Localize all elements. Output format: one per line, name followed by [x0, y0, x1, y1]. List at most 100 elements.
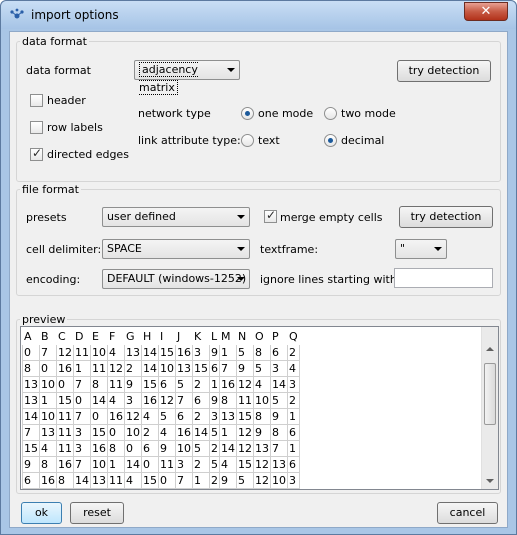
- data-format-try-detection-button[interactable]: try detection: [397, 60, 491, 82]
- preview-cell: 11: [73, 344, 91, 361]
- text-radio[interactable]: [241, 134, 254, 147]
- preview-cell: 3: [287, 472, 300, 489]
- preview-cell: 16: [39, 472, 57, 489]
- preview-cell: 5: [253, 360, 271, 377]
- preview-cell: 1: [209, 376, 220, 393]
- decimal-radio[interactable]: [324, 134, 337, 147]
- preview-cell: 16: [141, 392, 159, 409]
- preview-cell: 15: [236, 408, 254, 425]
- preview-cell: 0: [56, 376, 74, 393]
- preview-cell: 7: [73, 456, 91, 473]
- preview-cell: 0: [124, 440, 142, 457]
- merge-empty-cells-label: merge empty cells: [280, 211, 383, 224]
- reset-button[interactable]: reset: [70, 502, 124, 524]
- preview-cell: 9: [236, 360, 254, 377]
- preview-cell: 15: [90, 424, 108, 441]
- preview-cell: 10: [39, 376, 57, 393]
- preview-vertical-scrollbar[interactable]: [481, 327, 498, 489]
- preview-column-header: K: [194, 330, 202, 343]
- preview-cell: 15: [192, 360, 210, 377]
- cell-delimiter-select[interactable]: SPACE: [102, 239, 250, 259]
- preview-cell: 11: [107, 376, 125, 393]
- preview-cell: 12: [236, 376, 254, 393]
- preview-cell: 6: [192, 392, 210, 409]
- presets-select[interactable]: user defined: [102, 207, 250, 227]
- preview-cell: 1: [107, 456, 125, 473]
- preview-cell: 10: [253, 392, 271, 409]
- encoding-label: encoding:: [26, 273, 81, 286]
- preview-cell: 14: [270, 376, 288, 393]
- preview-cell: 7: [73, 408, 91, 425]
- preview-cell: 3: [124, 392, 142, 409]
- network-type-label: network type: [138, 107, 211, 120]
- preview-cell: 6: [209, 360, 220, 377]
- encoding-select[interactable]: DEFAULT (windows-1252): [102, 269, 250, 289]
- cell-delimiter-label: cell delimiter:: [26, 243, 102, 256]
- preview-cell: 5: [209, 424, 220, 441]
- preview-cell: 6: [175, 408, 193, 425]
- directed-edges-checkbox[interactable]: [30, 146, 43, 161]
- preview-row: 0 7 12 11 10 4 13 14 15 16 3 9 1 5 8 6 2: [22, 344, 300, 361]
- close-button[interactable]: ✕: [464, 2, 508, 21]
- preview-cell: 14: [141, 344, 159, 361]
- textframe-value: ": [400, 242, 406, 255]
- cell-delimiter-value: SPACE: [107, 242, 142, 255]
- presets-value: user defined: [107, 210, 176, 223]
- preview-cell: 15: [158, 344, 176, 361]
- ignore-lines-input[interactable]: [394, 268, 493, 288]
- preview-column-header: M: [221, 330, 231, 343]
- scroll-down-icon[interactable]: [486, 479, 494, 483]
- decimal-label: decimal: [341, 134, 385, 147]
- preview-cell: 7: [270, 440, 288, 457]
- chevron-down-icon: [237, 215, 245, 219]
- preview-cell: 16: [175, 424, 193, 441]
- preview-table: A B C D E F G H I J K L M N O P Q 0 7 12 11 10 4 13 14 15 16 3 9 1 5 8 6…: [22, 328, 300, 489]
- one-mode-radio[interactable]: [241, 107, 254, 120]
- preview-cell: 3: [270, 360, 288, 377]
- preview-cell: 12: [56, 344, 74, 361]
- preview-cell: 14: [141, 360, 159, 377]
- preview-cell: 10: [270, 472, 288, 489]
- title-bar[interactable]: import options ✕: [1, 1, 516, 29]
- preview-cell: 5: [158, 408, 176, 425]
- preview-cell: 9: [209, 344, 220, 361]
- preview-cell: 8: [56, 472, 74, 489]
- preview-cell: 4: [124, 472, 142, 489]
- chevron-down-icon: [237, 247, 245, 251]
- import-options-window: import options ✕ data format data format…: [0, 0, 517, 535]
- preview-cell: 11: [107, 472, 125, 489]
- preview-column-header: D: [75, 330, 84, 343]
- preview-cell: 12: [158, 392, 176, 409]
- data-format-select[interactable]: adjacency matrix: [134, 60, 240, 95]
- scroll-up-icon[interactable]: [486, 347, 494, 351]
- file-format-try-detection-button[interactable]: try detection: [399, 206, 493, 228]
- scroll-thumb[interactable]: [484, 363, 496, 425]
- preview-cell: 2: [287, 344, 300, 361]
- preview-column-header: C: [58, 330, 66, 343]
- ok-button[interactable]: ok: [21, 502, 62, 524]
- two-mode-radio[interactable]: [324, 107, 337, 120]
- preview-cell: 3: [73, 440, 91, 457]
- two-mode-label: two mode: [341, 107, 396, 120]
- merge-empty-cells-checkbox[interactable]: [264, 208, 277, 223]
- chevron-down-icon: [237, 277, 245, 281]
- textframe-select[interactable]: ": [395, 239, 447, 259]
- preview-cell: 12: [107, 360, 125, 377]
- preview-cell: 12: [253, 456, 271, 473]
- preview-cell: 13: [253, 440, 271, 457]
- preview-cell: 16: [90, 440, 108, 457]
- preview-cell: 16: [175, 344, 193, 361]
- preview-column-header: P: [272, 330, 279, 343]
- header-checkbox[interactable]: [30, 94, 43, 107]
- preview-cell: 14: [90, 392, 108, 409]
- preview-table-area[interactable]: A B C D E F G H I J K L M N O P Q 0 7 12 11 10 4 13 14 15 16 3 9 1 5 8 6…: [20, 326, 499, 490]
- one-mode-label: one mode: [258, 107, 314, 120]
- data-format-label: data format: [26, 64, 91, 77]
- preview-cell: 14: [192, 424, 210, 441]
- preview-cell: 15: [22, 440, 40, 457]
- preview-cell: 8: [253, 344, 271, 361]
- directed-edges-label: directed edges: [47, 148, 129, 161]
- preview-cell: 10: [90, 456, 108, 473]
- cancel-button[interactable]: cancel: [437, 502, 498, 524]
- row-labels-checkbox[interactable]: [30, 121, 43, 134]
